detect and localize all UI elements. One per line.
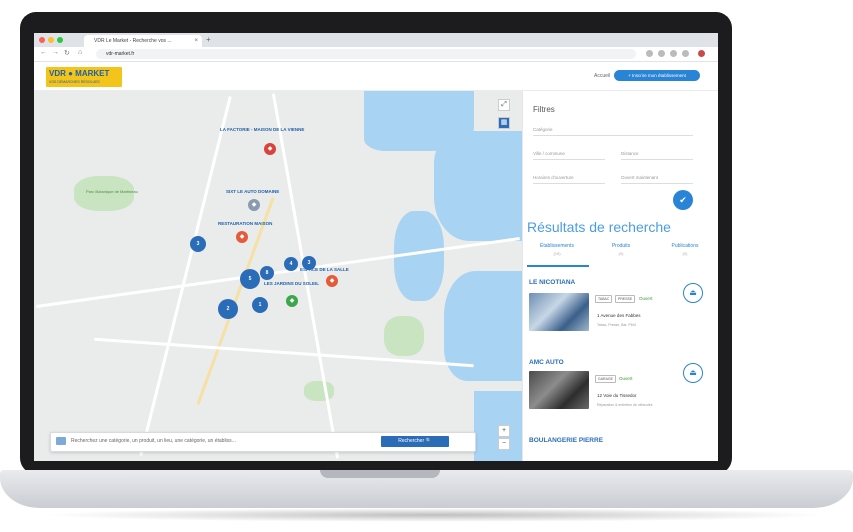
result-address: 12 Voie du Tissedor [597,393,637,398]
profile-avatar[interactable] [698,50,705,57]
filters-title: Filtres [533,105,555,114]
map-pin-bakery[interactable]: ◆ [286,295,298,307]
logo-subtitle: VOS DÉMARCHES RÉSOLUES [49,80,100,84]
minimize-window-icon[interactable] [48,37,54,43]
tab-close-icon[interactable]: × [194,35,198,47]
tab-label: Publications [671,243,699,249]
extension-icon[interactable] [658,50,665,57]
result-photo[interactable] [529,293,589,331]
laptop-notch [320,470,440,478]
laptop-screen: VDR Le Market - Recherche vos ... × + ← … [34,33,718,461]
tab-count: (15) [553,251,561,256]
tab-title: VDR Le Market - Recherche vos ... [94,38,172,44]
extension-icon[interactable] [682,50,689,57]
filter-hours[interactable]: Horaires d'ouverture [533,173,605,184]
home-icon[interactable]: ⌂ [78,49,82,56]
road [139,96,232,456]
apply-filters-button[interactable]: ✔ [673,190,693,210]
map-label[interactable]: SIXT LE AUTO DOMAINE [226,189,279,194]
filter-open-now[interactable]: Ouvert maintenant [621,173,693,184]
category-badge: GARAGE [595,375,616,383]
map-label[interactable]: LA FACTORIE - MAISON DE LA VIENNE [220,127,304,132]
site-header: VDR ● MARKET VOS DÉMARCHES RÉSOLUES Accu… [34,62,718,91]
open-status: Ouvert [619,376,633,381]
site-logo[interactable]: VDR ● MARKET VOS DÉMARCHES RÉSOLUES [46,67,122,87]
result-description: Tabac, Presse, Bar, PMU [597,323,637,327]
new-tab-button[interactable]: + [206,35,211,44]
category-badge: PRESSE [615,295,636,303]
reload-icon[interactable]: ↻ [64,49,70,57]
result-share-button[interactable]: ⏏ [683,363,703,383]
result-title[interactable]: BOULANGERIE PIERRE [529,437,603,444]
results-panel: Filtres Catégorie Ville / commune Distan… [522,91,718,461]
tab-establishments[interactable]: Établissements (15) [527,243,587,256]
fullscreen-button[interactable]: ⤢ [498,99,510,111]
tab-products[interactable]: Produits (0) [591,243,651,256]
map-label[interactable]: LES JARDINS DU SOLEIL [264,281,319,286]
browser-tab[interactable]: VDR Le Market - Recherche vos ... × [84,35,202,47]
search-input[interactable]: Recherchez une catégorie, un produit, un… [71,438,236,444]
tab-label: Produits [611,243,631,249]
browser-tabbar: VDR Le Market - Recherche vos ... × + [34,33,718,47]
filter-category[interactable]: Catégorie [533,125,693,136]
filter-city[interactable]: Ville / commune [533,149,605,160]
maximize-window-icon[interactable] [57,37,63,43]
water-area [434,131,522,241]
zoom-out-button[interactable]: − [498,438,510,450]
results-title: Résultats de recherche [527,219,671,235]
zoom-in-button[interactable]: + [498,425,510,437]
open-status: Ouvert [639,296,653,301]
result-address: 1 Avenue des Fabbes [597,313,641,318]
tab-count: (0) [682,251,688,256]
map-pin-shop[interactable]: ◆ [326,275,338,287]
tab-publications[interactable]: Publications (0) [655,243,715,256]
filter-distance[interactable]: Distance [621,149,693,160]
result-title[interactable]: LE NICOTIANA [529,279,575,286]
map-pin-restaurant[interactable]: ◆ [264,143,276,155]
result-title[interactable]: AMC AUTO [529,359,564,366]
extension-icon[interactable] [646,50,653,57]
map-label: Parc Botanique de Martineau [86,189,138,194]
address-bar: ← → ↻ ⌂ vdr-market.fr [34,47,718,62]
laptop-shadow [40,508,830,522]
result-photo[interactable] [529,371,589,409]
home-link[interactable]: Accueil [594,73,610,79]
tab-count: (0) [618,251,624,256]
map-cluster[interactable]: 8 [260,266,274,280]
map-cluster[interactable]: 3 [190,236,206,252]
register-business-button[interactable]: + Inscrire mon établissement [614,70,700,81]
map-search-icon [56,437,66,445]
map-cluster[interactable]: 5 [240,269,260,289]
map-pin-shop[interactable]: ◆ [236,231,248,243]
extension-icon[interactable] [670,50,677,57]
logo-text: VDR ● MARKET [49,69,110,78]
map-pin-auto[interactable]: ◆ [248,199,260,211]
map-cluster[interactable]: 4 [284,257,298,271]
result-share-button[interactable]: ⏏ [683,283,703,303]
back-icon[interactable]: ← [40,49,47,56]
active-tab-indicator [527,265,589,267]
url-field[interactable]: vdr-market.fr [96,49,636,59]
map-cluster[interactable]: 3 [302,256,316,270]
map-cluster[interactable]: 2 [218,299,238,319]
category-badge: TABAC [595,295,613,303]
map-view[interactable]: LA FACTORIE - MAISON DE LA VIENNE SIXT L… [34,91,522,461]
forward-icon[interactable]: → [52,49,59,56]
search-button[interactable]: Rechercher 🔍 [381,436,449,447]
result-description: Réparation & entretien de véhicules [597,403,653,407]
close-window-icon[interactable] [39,37,45,43]
map-label[interactable]: RESTAURATION MAISON [218,221,272,226]
park-area [384,316,424,356]
map-cluster[interactable]: 1 [252,297,268,313]
laptop-lid: VDR Le Market - Recherche vos ... × + ← … [20,12,732,474]
park-area [304,381,334,401]
layers-button[interactable]: ▦ [498,117,510,129]
tab-label: Établissements [540,243,574,249]
map-search-bar: Recherchez une catégorie, un produit, un… [50,432,476,452]
